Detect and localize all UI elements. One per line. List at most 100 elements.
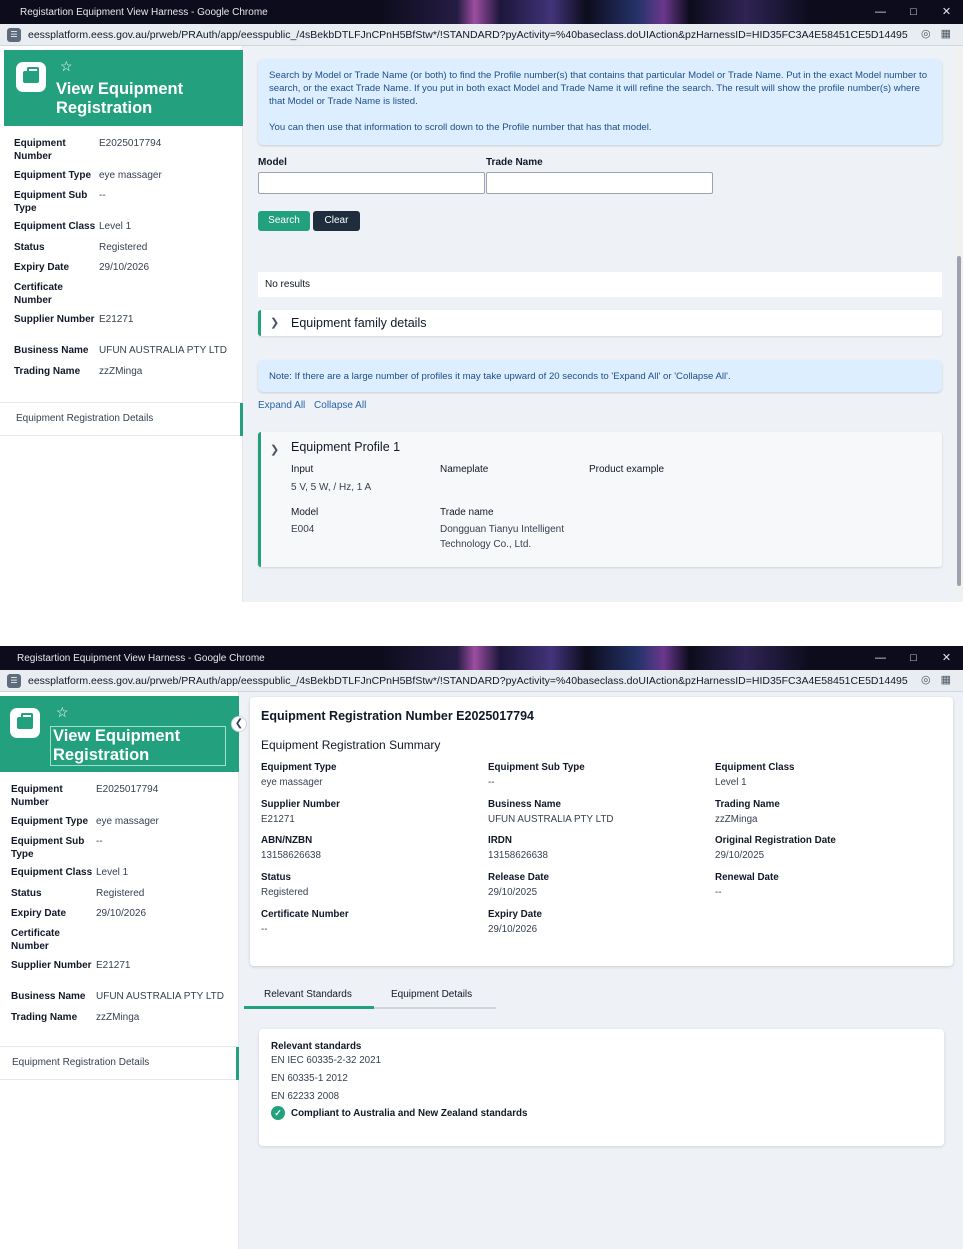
model-label: Model (291, 507, 319, 518)
sidebar-header: ☆ View Equipment Registration (4, 50, 243, 126)
main-content: Equipment Registration Number E202501779… (239, 692, 963, 1249)
sidebar-title[interactable]: View Equipment Registration (50, 726, 226, 766)
sidebar-title: View Equipment Registration (56, 80, 184, 117)
summary-field-original-registration-date: Original Registration Date 29/10/2025 (715, 835, 836, 861)
tracking-icon[interactable]: ◎ (921, 673, 931, 686)
relevant-standards-card: Relevant standards EN IEC 60335-2-32 202… (259, 1029, 944, 1146)
summary-field-abn-nzbn: ABN/NZBN 13158626638 (261, 835, 321, 861)
expand-collapse-links: Expand All Collapse All (258, 400, 372, 411)
trade-name-label: Trade Name (486, 157, 543, 168)
window-controls: — □ ✕ (864, 646, 963, 670)
search-info-text-2: You can then use that information to scr… (269, 122, 652, 133)
summary-field-release-date: Release Date 29/10/2025 (488, 872, 549, 898)
compliance-status: ✓ Compliant to Australia and New Zealand… (271, 1106, 527, 1120)
trade-name-value-line2: Technology Co., Ltd. (440, 539, 532, 550)
url-text[interactable]: eessplatform.eess.gov.au/prweb/PRAuth/ap… (28, 29, 908, 41)
translate-icon[interactable]: ▦ (941, 27, 951, 40)
briefcase-icon (10, 708, 40, 738)
summary-field-certificate-number: Certificate Number -- (261, 909, 349, 935)
collapse-all-link[interactable]: Collapse All (314, 400, 366, 411)
minimize-icon[interactable]: — (864, 646, 897, 670)
maximize-icon[interactable]: □ (897, 646, 930, 670)
titlebar-decoration (380, 0, 810, 24)
site-info-icon[interactable]: ☰ (7, 673, 21, 688)
star-icon[interactable]: ☆ (60, 58, 73, 75)
address-bar[interactable]: ☰ eessplatform.eess.gov.au/prweb/PRAuth/… (0, 24, 963, 46)
tab-relevant-standards[interactable]: Relevant Standards (244, 984, 374, 1009)
chevron-right-icon[interactable]: ❯ (270, 310, 279, 336)
tab-equipment-details[interactable]: Equipment Details (374, 984, 496, 1009)
clear-button[interactable]: Clear (313, 211, 360, 231)
model-label: Model (258, 157, 287, 168)
address-bar-actions: ◎ ▦ (921, 27, 951, 40)
standards-heading: Relevant standards (271, 1041, 362, 1052)
window-title: Registartion Equipment View Harness - Go… (20, 6, 268, 18)
check-circle-icon: ✓ (271, 1106, 285, 1120)
summary-field-trading-name: Trading Name zzZMinga (715, 799, 780, 825)
standard-item: EN IEC 60335-2-32 2021 (271, 1055, 382, 1066)
compliance-text: Compliant to Australia and New Zealand s… (291, 1107, 528, 1119)
maximize-icon[interactable]: □ (897, 0, 930, 24)
detail-tabs: Relevant Standards Equipment Details (244, 984, 744, 1009)
window-titlebar: Registartion Equipment View Harness - Go… (0, 646, 963, 670)
collapse-sidebar-icon[interactable]: ❮ (231, 716, 247, 732)
star-icon[interactable]: ☆ (56, 704, 69, 721)
scrollbar[interactable] (955, 46, 963, 602)
sidebar-item-registration-details[interactable]: Equipment Registration Details (0, 1046, 239, 1080)
search-info-box: Search by Model or Trade Name (or both) … (258, 59, 942, 145)
registration-number-heading: Equipment Registration Number E202501779… (261, 709, 535, 723)
address-bar-actions: ◎ ▦ (921, 673, 951, 686)
tracking-icon[interactable]: ◎ (921, 27, 931, 40)
equipment-profile-card: ❯ Equipment Profile 1 Input 5 V, 5 W, / … (258, 432, 942, 567)
search-results: No results (258, 272, 942, 297)
chevron-right-icon[interactable]: ❯ (270, 443, 279, 456)
model-input[interactable] (258, 172, 485, 194)
sidebar: ☆ View Equipment Registration Equipment … (0, 692, 239, 1249)
window-title: Registartion Equipment View Harness - Go… (17, 652, 265, 664)
scrollbar-thumb[interactable] (957, 256, 961, 586)
summary-field-equipment-class: Equipment Class Level 1 (715, 762, 795, 788)
window-controls: — □ ✕ (864, 0, 963, 24)
product-example-label: Product example (589, 464, 665, 475)
minimize-icon[interactable]: — (864, 0, 897, 24)
search-button[interactable]: Search (258, 211, 310, 231)
sidebar-header: ☆ View Equipment Registration (0, 696, 239, 772)
address-bar[interactable]: ☰ eessplatform.eess.gov.au/prweb/PRAuth/… (0, 670, 963, 692)
main-content: Search by Model or Trade Name (or both) … (243, 46, 963, 602)
sidebar: ☆ View Equipment Registration Equipment … (0, 46, 243, 602)
trade-name-input[interactable] (486, 172, 713, 194)
note-box: Note: If there are a large number of pro… (258, 360, 942, 392)
screenshot-summary-view: Registartion Equipment View Harness - Go… (0, 646, 963, 1249)
close-icon[interactable]: ✕ (930, 0, 963, 24)
summary-field-equipment-sub-type: Equipment Sub Type -- (488, 762, 585, 788)
window-titlebar: Registartion Equipment View Harness - Go… (0, 0, 963, 24)
equipment-family-section[interactable]: ❯ Equipment family details (258, 310, 942, 336)
search-info-text: Search by Model or Trade Name (or both) … (269, 70, 928, 107)
summary-field-expiry-date: Expiry Date 29/10/2026 (488, 909, 542, 935)
trade-name-value-line1: Dongguan Tianyu Intelligent (440, 524, 564, 535)
summary-field-irdn: IRDN 13158626638 (488, 835, 548, 861)
profile-title[interactable]: Equipment Profile 1 (291, 440, 400, 454)
translate-icon[interactable]: ▦ (941, 673, 951, 686)
summary-field-business-name: Business Name UFUN AUSTRALIA PTY LTD (488, 799, 614, 825)
model-value: E004 (291, 524, 315, 535)
expand-all-link[interactable]: Expand All (258, 400, 305, 411)
trade-name-label: Trade name (440, 507, 494, 518)
summary-field-renewal-date: Renewal Date -- (715, 872, 779, 898)
input-value: 5 V, 5 W, / Hz, 1 A (291, 482, 372, 493)
screenshot-search-view: Registartion Equipment View Harness - Go… (0, 0, 963, 602)
site-info-icon[interactable]: ☰ (7, 27, 21, 42)
summary-field-equipment-type: Equipment Type eye massager (261, 762, 337, 788)
titlebar-decoration (380, 646, 810, 670)
summary-field-status: Status Registered (261, 872, 309, 898)
close-icon[interactable]: ✕ (930, 646, 963, 670)
input-label: Input (291, 464, 314, 475)
url-text[interactable]: eessplatform.eess.gov.au/prweb/PRAuth/ap… (28, 675, 908, 687)
nameplate-label: Nameplate (440, 464, 489, 475)
standard-item: EN 62233 2008 (271, 1091, 340, 1102)
briefcase-icon (16, 62, 46, 92)
note-text: Note: If there are a large number of pro… (269, 371, 731, 382)
summary-heading: Equipment Registration Summary (261, 738, 441, 752)
registration-summary-card: Equipment Registration Number E202501779… (250, 697, 953, 966)
sidebar-item-registration-details[interactable]: Equipment Registration Details (0, 402, 243, 436)
